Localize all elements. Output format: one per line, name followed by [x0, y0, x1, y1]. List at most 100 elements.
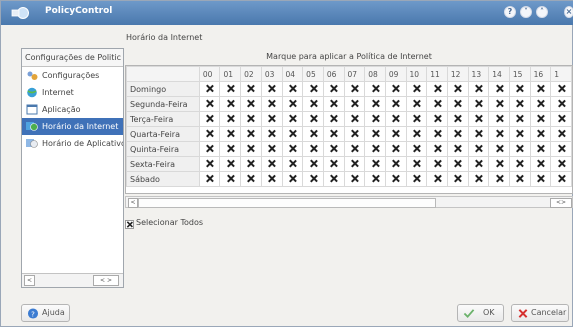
- hour-checkbox-cell[interactable]: [240, 96, 262, 112]
- hour-checkbox-cell[interactable]: [281, 96, 304, 112]
- hour-checkbox-cell[interactable]: [426, 126, 448, 142]
- hour-checkbox-cell[interactable]: [281, 81, 304, 97]
- hour-column-header[interactable]: 10: [405, 66, 428, 82]
- hour-column-header[interactable]: 14: [488, 66, 510, 82]
- hour-checkbox-cell[interactable]: [550, 156, 572, 172]
- hour-checkbox-cell[interactable]: [322, 141, 345, 157]
- hour-column-header[interactable]: 04: [281, 66, 304, 82]
- hour-column-header[interactable]: 03: [260, 66, 283, 82]
- hour-checkbox-cell[interactable]: [467, 171, 490, 187]
- hour-checkbox-cell[interactable]: [219, 126, 242, 142]
- hour-column-header[interactable]: 1: [550, 66, 572, 82]
- hour-checkbox-cell[interactable]: [198, 81, 221, 97]
- hour-checkbox-cell[interactable]: [343, 96, 366, 112]
- ok-button[interactable]: OK: [457, 304, 504, 322]
- hour-checkbox-cell[interactable]: [508, 96, 531, 112]
- hour-checkbox-cell[interactable]: [550, 171, 572, 187]
- hour-checkbox-cell[interactable]: [219, 111, 242, 127]
- sidebar-item-4[interactable]: Horário de Aplicativos: [22, 135, 123, 152]
- hour-checkbox-cell[interactable]: [364, 126, 386, 142]
- sidebar-item-2[interactable]: Aplicação: [22, 101, 123, 118]
- hour-checkbox-cell[interactable]: [446, 111, 469, 127]
- hour-column-header[interactable]: 08: [364, 66, 386, 82]
- hour-checkbox-cell[interactable]: [364, 156, 386, 172]
- grid-scroll-thumb[interactable]: [138, 198, 436, 208]
- hour-checkbox-cell[interactable]: [260, 141, 283, 157]
- hour-column-header[interactable]: 07: [343, 66, 366, 82]
- hour-checkbox-cell[interactable]: [488, 156, 510, 172]
- hour-checkbox-cell[interactable]: [364, 81, 386, 97]
- hour-column-header[interactable]: 16: [529, 66, 552, 82]
- hour-checkbox-cell[interactable]: [426, 81, 448, 97]
- hour-checkbox-cell[interactable]: [446, 171, 469, 187]
- hour-checkbox-cell[interactable]: [384, 126, 407, 142]
- hour-column-header[interactable]: 12: [446, 66, 469, 82]
- hour-checkbox-cell[interactable]: [198, 96, 221, 112]
- hour-column-header[interactable]: 09: [384, 66, 407, 82]
- scroll-left-arrow-icon[interactable]: <: [24, 275, 35, 286]
- hour-checkbox-cell[interactable]: [219, 171, 242, 187]
- hour-checkbox-cell[interactable]: [281, 111, 304, 127]
- hour-checkbox-cell[interactable]: [529, 111, 552, 127]
- hour-checkbox-cell[interactable]: [302, 126, 324, 142]
- hour-column-header[interactable]: 13: [467, 66, 490, 82]
- hour-checkbox-cell[interactable]: [426, 111, 448, 127]
- grid-horizontal-scrollbar[interactable]: < <>: [125, 196, 573, 208]
- title-bar[interactable]: PolicyControl ? ˅ ˄ ×: [1, 1, 573, 25]
- hour-checkbox-cell[interactable]: [488, 81, 510, 97]
- sidebar-horizontal-scrollbar[interactable]: < < >: [22, 273, 123, 287]
- select-all-checkbox[interactable]: [125, 220, 134, 229]
- hour-checkbox-cell[interactable]: [281, 141, 304, 157]
- hour-checkbox-cell[interactable]: [198, 111, 221, 127]
- hour-checkbox-cell[interactable]: [281, 156, 304, 172]
- hour-checkbox-cell[interactable]: [384, 81, 407, 97]
- hour-checkbox-cell[interactable]: [322, 126, 345, 142]
- hour-checkbox-cell[interactable]: [405, 111, 428, 127]
- sidebar-item-1[interactable]: Internet: [22, 84, 123, 101]
- hour-checkbox-cell[interactable]: [281, 171, 304, 187]
- hour-checkbox-cell[interactable]: [508, 171, 531, 187]
- hour-checkbox-cell[interactable]: [529, 96, 552, 112]
- hour-checkbox-cell[interactable]: [529, 156, 552, 172]
- hour-checkbox-cell[interactable]: [426, 156, 448, 172]
- hour-checkbox-cell[interactable]: [488, 126, 510, 142]
- sidebar-item-0[interactable]: Configurações: [22, 67, 123, 84]
- day-row-header[interactable]: Quarta-Feira: [126, 126, 200, 142]
- hour-checkbox-cell[interactable]: [343, 111, 366, 127]
- day-row-header[interactable]: Segunda-Feira: [126, 96, 200, 112]
- hour-checkbox-cell[interactable]: [550, 96, 572, 112]
- hour-checkbox-cell[interactable]: [384, 156, 407, 172]
- hour-checkbox-cell[interactable]: [198, 171, 221, 187]
- hour-checkbox-cell[interactable]: [240, 81, 262, 97]
- hour-checkbox-cell[interactable]: [240, 156, 262, 172]
- hour-checkbox-cell[interactable]: [364, 96, 386, 112]
- hour-checkbox-cell[interactable]: [508, 81, 531, 97]
- hour-checkbox-cell[interactable]: [219, 156, 242, 172]
- hour-checkbox-cell[interactable]: [260, 81, 283, 97]
- hour-checkbox-cell[interactable]: [343, 81, 366, 97]
- hour-checkbox-cell[interactable]: [426, 96, 448, 112]
- hour-checkbox-cell[interactable]: [302, 111, 324, 127]
- hour-checkbox-cell[interactable]: [343, 141, 366, 157]
- hour-checkbox-cell[interactable]: [426, 171, 448, 187]
- hour-checkbox-cell[interactable]: [343, 156, 366, 172]
- hour-checkbox-cell[interactable]: [467, 141, 490, 157]
- hour-checkbox-cell[interactable]: [446, 126, 469, 142]
- hour-checkbox-cell[interactable]: [219, 81, 242, 97]
- hour-checkbox-cell[interactable]: [446, 141, 469, 157]
- hour-checkbox-cell[interactable]: [240, 141, 262, 157]
- hour-checkbox-cell[interactable]: [322, 111, 345, 127]
- cancel-button[interactable]: Cancelar: [511, 304, 569, 322]
- hour-checkbox-cell[interactable]: [405, 171, 428, 187]
- hour-checkbox-cell[interactable]: [322, 171, 345, 187]
- minimize-button[interactable]: ˅: [520, 6, 532, 18]
- hour-checkbox-cell[interactable]: [467, 96, 490, 112]
- hour-checkbox-cell[interactable]: [550, 141, 572, 157]
- hour-checkbox-cell[interactable]: [467, 156, 490, 172]
- hour-checkbox-cell[interactable]: [529, 141, 552, 157]
- hour-checkbox-cell[interactable]: [488, 96, 510, 112]
- scroll-right-arrow-icon[interactable]: < >: [93, 275, 119, 286]
- hour-checkbox-cell[interactable]: [198, 156, 221, 172]
- hour-checkbox-cell[interactable]: [198, 126, 221, 142]
- hour-column-header[interactable]: 01: [219, 66, 242, 82]
